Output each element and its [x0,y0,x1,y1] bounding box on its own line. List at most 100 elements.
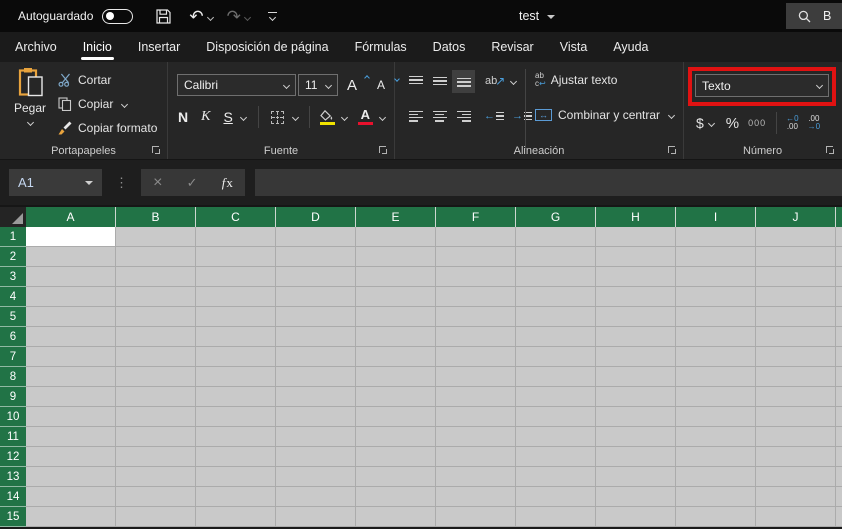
cell-J13[interactable] [756,467,836,487]
cell-B10[interactable] [116,407,196,427]
cell-B8[interactable] [116,367,196,387]
cell-I15[interactable] [676,507,756,527]
cell-D12[interactable] [276,447,356,467]
cell-J11[interactable] [756,427,836,447]
cell-C14[interactable] [196,487,276,507]
cell-G9[interactable] [516,387,596,407]
cell-G1[interactable] [516,227,596,247]
cell-H10[interactable] [596,407,676,427]
cell-J1[interactable] [756,227,836,247]
decrease-font-size-button[interactable]: A [377,76,400,92]
cell-partial[interactable] [836,407,842,427]
cell-H4[interactable] [596,287,676,307]
orientation-button[interactable]: ab ↗ [485,74,518,88]
column-header-h[interactable]: H [596,207,676,227]
merge-center-button[interactable]: ↔ Combinar y centrar [535,108,676,122]
cell-partial[interactable] [836,487,842,507]
cell-E2[interactable] [356,247,436,267]
cell-I5[interactable] [676,307,756,327]
cell-I3[interactable] [676,267,756,287]
cell-A13[interactable] [26,467,116,487]
cell-G6[interactable] [516,327,596,347]
cell-partial[interactable] [836,507,842,527]
cell-C13[interactable] [196,467,276,487]
cell-E9[interactable] [356,387,436,407]
tab-disposicion[interactable]: Disposición de página [193,32,341,62]
cut-button[interactable]: Cortar [58,71,157,89]
cell-F3[interactable] [436,267,516,287]
undo-dropdown-icon[interactable] [206,13,214,21]
cell-F14[interactable] [436,487,516,507]
cell-I8[interactable] [676,367,756,387]
cell-C1[interactable] [196,227,276,247]
cell-partial[interactable] [836,227,842,247]
row-header-3[interactable]: 3 [0,267,26,287]
customize-quick-access-button[interactable] [267,11,277,22]
cell-F6[interactable] [436,327,516,347]
cell-J2[interactable] [756,247,836,267]
borders-button[interactable] [270,110,284,124]
font-color-dropdown-icon[interactable] [378,113,386,121]
cell-H2[interactable] [596,247,676,267]
cell-A1-selected[interactable] [26,227,116,247]
cell-D7[interactable] [276,347,356,367]
cell-C15[interactable] [196,507,276,527]
cell-A6[interactable] [26,327,116,347]
cell-partial[interactable] [836,287,842,307]
paste-button[interactable]: Pegar [8,67,52,127]
copy-button[interactable]: Copiar [58,95,157,113]
cell-I7[interactable] [676,347,756,367]
cell-I6[interactable] [676,327,756,347]
currency-dropdown-icon[interactable] [707,119,715,127]
column-header-e[interactable]: E [356,207,436,227]
column-header-partial[interactable] [836,207,842,227]
row-header-5[interactable]: 5 [0,307,26,327]
cell-J5[interactable] [756,307,836,327]
cell-A4[interactable] [26,287,116,307]
cell-I14[interactable] [676,487,756,507]
tab-formulas[interactable]: Fórmulas [342,32,420,62]
cell-B5[interactable] [116,307,196,327]
name-box-dropdown-icon[interactable] [85,180,93,185]
cell-G10[interactable] [516,407,596,427]
cell-C3[interactable] [196,267,276,287]
search-box[interactable]: B [786,3,842,29]
column-header-i[interactable]: I [676,207,756,227]
increase-decimal-button[interactable]: ←0 .00 [786,114,798,132]
cell-I11[interactable] [676,427,756,447]
cell-J15[interactable] [756,507,836,527]
cell-I12[interactable] [676,447,756,467]
cell-D5[interactable] [276,307,356,327]
currency-format-button[interactable]: $ [696,115,704,131]
font-color-button[interactable]: A [357,108,373,125]
cell-D15[interactable] [276,507,356,527]
cell-G5[interactable] [516,307,596,327]
autosave-toggle[interactable] [102,8,134,24]
cell-H11[interactable] [596,427,676,447]
row-header-15[interactable]: 15 [0,507,26,527]
cell-F5[interactable] [436,307,516,327]
cell-E15[interactable] [356,507,436,527]
row-header-4[interactable]: 4 [0,287,26,307]
cell-H5[interactable] [596,307,676,327]
save-button[interactable] [155,8,172,25]
cell-D11[interactable] [276,427,356,447]
cell-A12[interactable] [26,447,116,467]
row-header-14[interactable]: 14 [0,487,26,507]
cell-C10[interactable] [196,407,276,427]
cell-partial[interactable] [836,427,842,447]
cell-D13[interactable] [276,467,356,487]
cell-B1[interactable] [116,227,196,247]
cell-J10[interactable] [756,407,836,427]
cell-J14[interactable] [756,487,836,507]
cell-partial[interactable] [836,387,842,407]
tab-insertar[interactable]: Insertar [125,32,193,62]
cell-A9[interactable] [26,387,116,407]
borders-dropdown-icon[interactable] [291,113,299,121]
row-header-2[interactable]: 2 [0,247,26,267]
cell-E6[interactable] [356,327,436,347]
cell-E12[interactable] [356,447,436,467]
cell-partial[interactable] [836,327,842,347]
cell-partial[interactable] [836,467,842,487]
dialog-launcher-numero[interactable] [826,146,835,155]
